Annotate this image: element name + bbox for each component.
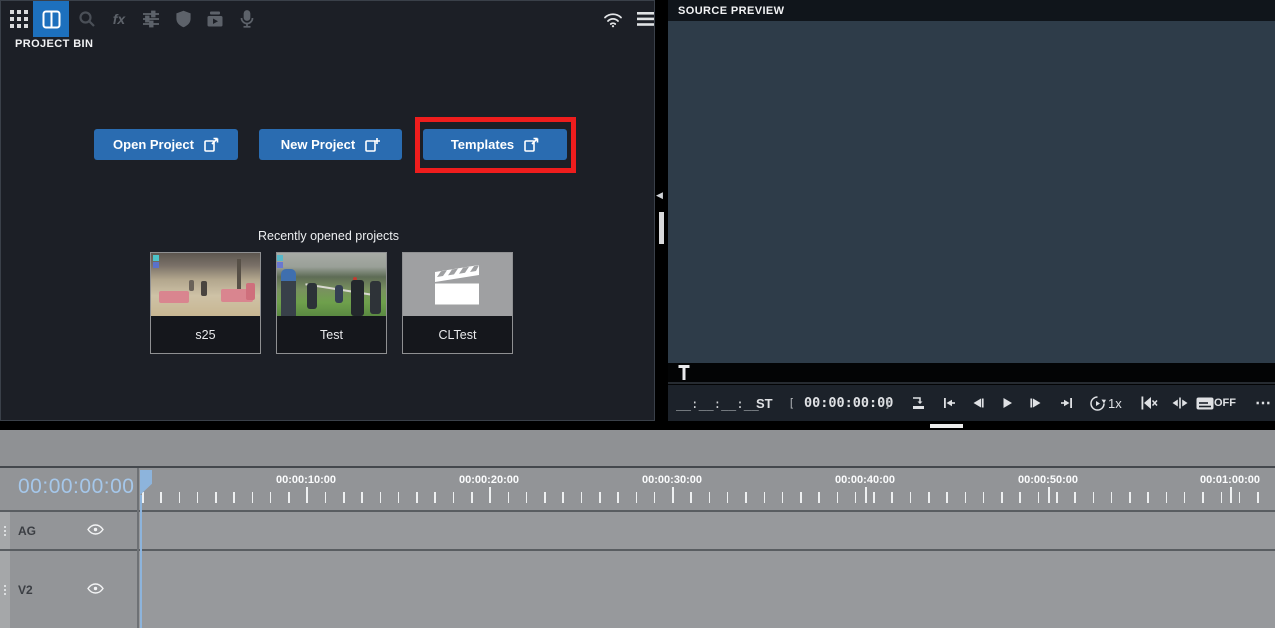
effects-fx-icon[interactable]: fx — [101, 1, 137, 37]
project-thumbnail-photo — [151, 253, 260, 316]
preview-timecode: 00:00:00:00 — [804, 395, 894, 411]
horizontal-scrollbar-thumb[interactable] — [930, 424, 963, 428]
project-card-test[interactable]: Test — [276, 252, 387, 354]
shield-icon[interactable] — [165, 1, 201, 37]
track-visibility-eye-icon[interactable] — [87, 522, 104, 540]
converge-icon[interactable] — [1167, 385, 1193, 421]
track-drag-handle[interactable] — [0, 512, 10, 549]
track-row-v2: V2 — [0, 551, 1275, 628]
project-thumbnail-photo — [277, 253, 386, 316]
track-header-divider — [137, 468, 139, 628]
track-drag-handle[interactable] — [0, 551, 10, 628]
project-card-cltest[interactable]: CLTest — [402, 252, 513, 354]
playback-speed-icon[interactable] — [1086, 385, 1108, 421]
scrub-playhead-icon[interactable] — [678, 365, 690, 381]
wifi-status-icon[interactable] — [595, 1, 631, 37]
step-back-icon[interactable] — [965, 385, 991, 421]
vertical-scrollbar-thumb[interactable] — [659, 212, 664, 244]
go-to-in-icon[interactable] — [936, 385, 962, 421]
transport-bar: __:__:__:__ ST [ 00:00:00:00 ] 1x OFF ⋯ — [668, 385, 1275, 421]
project-bin-panel: fx PROJECT BIN Open Project New Project … — [0, 0, 655, 421]
track-lane[interactable] — [139, 512, 1275, 549]
project-card-label: Test — [277, 316, 386, 353]
search-icon[interactable] — [69, 1, 105, 37]
speed-value-label[interactable]: 1x — [1108, 385, 1122, 421]
collapse-panel-icon[interactable]: ◀ — [656, 191, 663, 200]
in-bracket: [ — [790, 397, 794, 409]
ruler-label: 00:01:00:00 — [1200, 474, 1260, 486]
subtitles-state-label[interactable]: OFF — [1214, 385, 1236, 421]
st-label: ST — [756, 395, 773, 411]
project-card-label: CLTest — [403, 316, 512, 353]
timeline-current-timecode: 00:00:00:00 — [18, 475, 135, 498]
source-preview-panel: SOURCE PREVIEW __:__:__:__ ST [ 00:00:00… — [668, 0, 1275, 421]
clapperboard-placeholder — [403, 253, 512, 316]
source-preview-header: SOURCE PREVIEW — [668, 0, 1275, 21]
step-forward-icon[interactable] — [1023, 385, 1049, 421]
source-timecode-placeholder: __:__:__:__ — [676, 395, 759, 411]
timeline-playhead-line — [140, 495, 142, 628]
templates-icon — [524, 137, 539, 152]
mute-icon[interactable] — [1136, 385, 1162, 421]
open-project-icon — [204, 137, 219, 152]
ruler-label: 00:00:40:00 — [835, 474, 895, 486]
new-project-button[interactable]: New Project — [259, 129, 402, 160]
panel-divider — [655, 0, 668, 421]
source-preview-title: SOURCE PREVIEW — [678, 4, 785, 17]
horizontal-scrollbar — [0, 421, 1275, 430]
new-project-label: New Project — [280, 137, 356, 152]
more-options-icon[interactable]: ⋯ — [1250, 385, 1275, 421]
panel-title: PROJECT BIN — [15, 38, 94, 50]
clapperboard-icon — [435, 265, 479, 305]
ruler-label: 00:00:10:00 — [276, 474, 336, 486]
open-project-button[interactable]: Open Project — [94, 129, 238, 160]
apps-grid-icon[interactable] — [1, 1, 37, 37]
source-preview-viewer — [668, 21, 1275, 363]
app-window: fx PROJECT BIN Open Project New Project … — [0, 0, 1275, 628]
track-visibility-eye-icon[interactable] — [87, 581, 104, 599]
track-lane[interactable] — [139, 551, 1275, 628]
audio-mixer-icon[interactable] — [133, 1, 169, 37]
publish-box-icon[interactable] — [197, 1, 233, 37]
ruler-scale[interactable]: 00:00:10:00 00:00:20:00 00:00:30:00 00:0… — [139, 468, 1275, 510]
timeline-toolbar: ↺ ↺ — [0, 430, 1275, 466]
templates-button[interactable]: Templates — [423, 129, 567, 160]
track-name: AG — [18, 523, 36, 538]
ruler-label: 00:00:20:00 — [459, 474, 519, 486]
track-name: V2 — [18, 582, 33, 597]
ruler-label: 00:00:50:00 — [1018, 474, 1078, 486]
templates-label: Templates — [450, 137, 515, 152]
microphone-icon[interactable] — [229, 1, 265, 37]
go-to-out-icon[interactable] — [1054, 385, 1080, 421]
project-bin-icon[interactable] — [33, 1, 69, 37]
scrub-track — [668, 382, 1275, 384]
project-card-label: s25 — [151, 316, 260, 353]
preview-scrub-bar[interactable] — [668, 363, 1275, 385]
new-project-icon — [365, 138, 381, 152]
play-icon[interactable] — [994, 385, 1020, 421]
open-project-label: Open Project — [113, 137, 194, 152]
ruler-label: 00:00:30:00 — [642, 474, 702, 486]
recent-projects-heading: Recently opened projects — [257, 229, 400, 243]
project-card-s25[interactable]: s25 — [150, 252, 261, 354]
overwrite-icon[interactable] — [906, 385, 932, 421]
track-row-ag: AG — [0, 512, 1275, 549]
out-bracket: ] — [886, 397, 890, 409]
